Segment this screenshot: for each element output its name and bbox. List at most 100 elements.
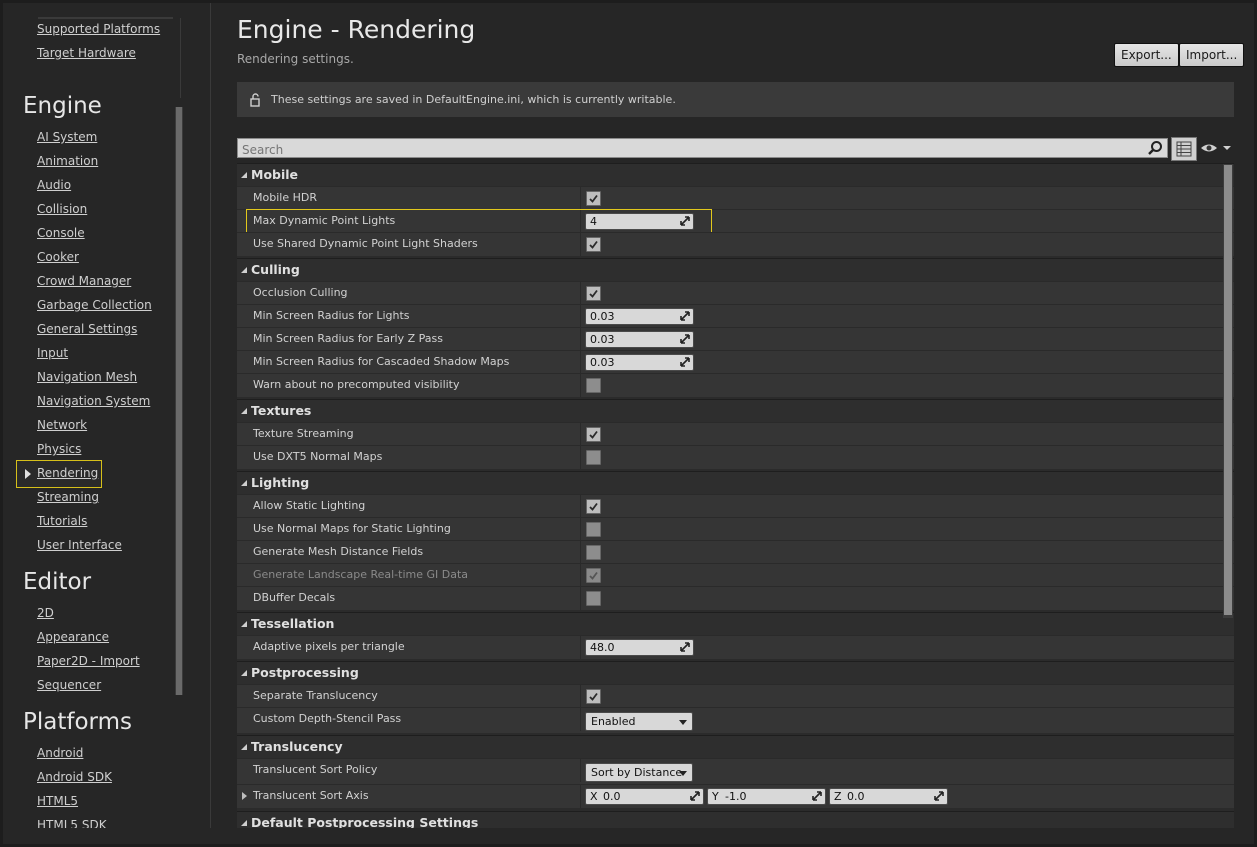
sort-axis-y-input[interactable]: Y -1.0 [707,788,826,805]
sidebar-item-supported-platforms[interactable]: Supported Platforms [37,21,160,37]
search-input[interactable] [238,141,1126,159]
details-scrollbar-thumb[interactable] [1224,165,1232,615]
sort-axis-z-input[interactable]: Z 0.0 [829,788,948,805]
sidebar-item-ai-system[interactable]: AI System [37,129,97,145]
normal-maps-static-checkbox[interactable] [586,522,601,537]
category-label: Textures [251,403,312,418]
search-bar [237,138,1168,159]
sidebar-scrollbar-thumb[interactable] [176,107,182,695]
export-button[interactable]: Export... [1114,43,1179,67]
category-default-postprocessing[interactable]: Default Postprocessing Settings [237,811,1234,828]
sidebar-item-navigation-system[interactable]: Navigation System [37,393,150,409]
sidebar-item-rendering[interactable]: Rendering [37,465,98,481]
category-textures[interactable]: Textures [237,399,1234,422]
import-button[interactable]: Import... [1179,43,1245,67]
sidebar-item-animation[interactable]: Animation [37,153,98,169]
dbuffer-checkbox[interactable] [586,591,601,606]
sidebar-item-streaming[interactable]: Streaming [37,489,99,505]
sidebar-item-network[interactable]: Network [37,417,87,433]
setting-label: Separate Translucency [253,689,378,702]
warn-visibility-checkbox[interactable] [586,378,601,393]
drag-handle-icon[interactable] [680,311,690,321]
dropdown-value: Enabled [591,715,636,728]
sidebar-item-android[interactable]: Android [37,745,83,761]
axis-x-value: 0.0 [603,790,621,803]
chevron-down-icon [679,720,687,725]
column-divider [580,495,581,518]
category-postprocessing[interactable]: Postprocessing [237,661,1234,684]
setting-row-normal-maps-static: Use Normal Maps for Static Lighting [237,517,1234,541]
column-divider [580,708,581,731]
sidebar-item-tutorials[interactable]: Tutorials [37,513,87,529]
column-divider [580,328,581,351]
drag-handle-icon[interactable] [690,791,700,801]
expand-arrow-icon[interactable] [242,792,247,800]
drag-handle-icon[interactable] [680,357,690,367]
sidebar-separator [210,3,211,839]
category-tessellation[interactable]: Tessellation [237,612,1234,635]
sidebar-item-cooker[interactable]: Cooker [37,249,79,265]
setting-label: Adaptive pixels per triangle [253,640,405,653]
sort-axis-x-input[interactable]: X 0.0 [585,788,704,805]
sidebar-item-2d[interactable]: 2D [37,605,54,621]
sidebar-item-crowd-manager[interactable]: Crowd Manager [37,273,131,289]
notice-text: These settings are saved in DefaultEngin… [271,93,676,106]
separate-translucency-checkbox[interactable] [586,689,601,704]
mobile-hdr-checkbox[interactable] [586,191,601,206]
setting-label: Allow Static Lighting [253,499,366,512]
sidebar-item-target-hardware[interactable]: Target Hardware [37,45,136,61]
category-culling[interactable]: Culling [237,258,1234,281]
page-title: Engine - Rendering [237,15,476,44]
sidebar-item-navigation-mesh[interactable]: Navigation Mesh [37,369,137,385]
texture-streaming-checkbox[interactable] [586,427,601,442]
view-options-button[interactable] [1199,139,1235,157]
search-icon[interactable] [1147,140,1163,156]
dxt5-checkbox[interactable] [586,450,601,465]
category-translucency[interactable]: Translucency [237,735,1234,758]
drag-handle-icon[interactable] [934,791,944,801]
radius-earlyz-input[interactable]: 0.03 [585,331,694,348]
sidebar-item-general-settings[interactable]: General Settings [37,321,137,337]
distance-fields-checkbox[interactable] [586,545,601,560]
column-divider [580,351,581,374]
sidebar-item-console[interactable]: Console [37,225,85,241]
setting-row-texture-streaming: Texture Streaming [237,422,1234,446]
category-mobile[interactable]: Mobile [237,163,1234,186]
chevron-down-icon [679,771,687,776]
sidebar-item-paper2d-import[interactable]: Paper2D - Import [37,653,140,669]
occlusion-culling-checkbox[interactable] [586,286,601,301]
adaptive-pixels-input[interactable]: 48.0 [585,639,694,656]
sidebar-item-html5[interactable]: HTML5 [37,793,78,809]
sidebar-item-android-sdk[interactable]: Android SDK [37,769,112,785]
sidebar-item-appearance[interactable]: Appearance [37,629,109,645]
radius-shadow-input[interactable]: 0.03 [585,354,694,371]
sidebar-item-input[interactable]: Input [37,345,68,361]
category-lighting[interactable]: Lighting [237,471,1234,494]
drag-handle-icon[interactable] [812,791,822,801]
sidebar-item-physics[interactable]: Physics [37,441,81,457]
sidebar-item-user-interface[interactable]: User Interface [37,537,122,553]
setting-label: Use DXT5 Normal Maps [253,450,383,463]
setting-label: Warn about no precomputed visibility [253,378,460,391]
setting-row-sort-axis: Translucent Sort Axis X 0.0 Y -1.0 Z 0.0 [237,784,1234,808]
sidebar-item-audio[interactable]: Audio [37,177,71,193]
sort-policy-dropdown[interactable]: Sort by Distance [585,763,693,782]
drag-handle-icon[interactable] [680,642,690,652]
radius-lights-input[interactable]: 0.03 [585,308,694,325]
collapse-triangle-icon [241,267,247,273]
setting-label: Min Screen Radius for Cascaded Shadow Ma… [253,355,510,368]
sidebar-item-collision[interactable]: Collision [37,201,87,217]
shared-shaders-checkbox[interactable] [586,237,601,252]
sidebar-item-sequencer[interactable]: Sequencer [37,677,101,693]
static-lighting-checkbox[interactable] [586,499,601,514]
setting-row-radius-earlyz: Min Screen Radius for Early Z Pass 0.03 [237,327,1234,351]
category-label: Lighting [251,475,310,490]
list-view-icon [1176,141,1192,157]
depth-stencil-dropdown[interactable]: Enabled [585,712,693,731]
category-label: Postprocessing [251,665,359,680]
column-divider [580,374,581,397]
sidebar-item-garbage-collection[interactable]: Garbage Collection [37,297,152,313]
drag-handle-icon[interactable] [680,334,690,344]
table-view-button[interactable] [1171,137,1197,161]
eye-icon [1201,144,1231,152]
